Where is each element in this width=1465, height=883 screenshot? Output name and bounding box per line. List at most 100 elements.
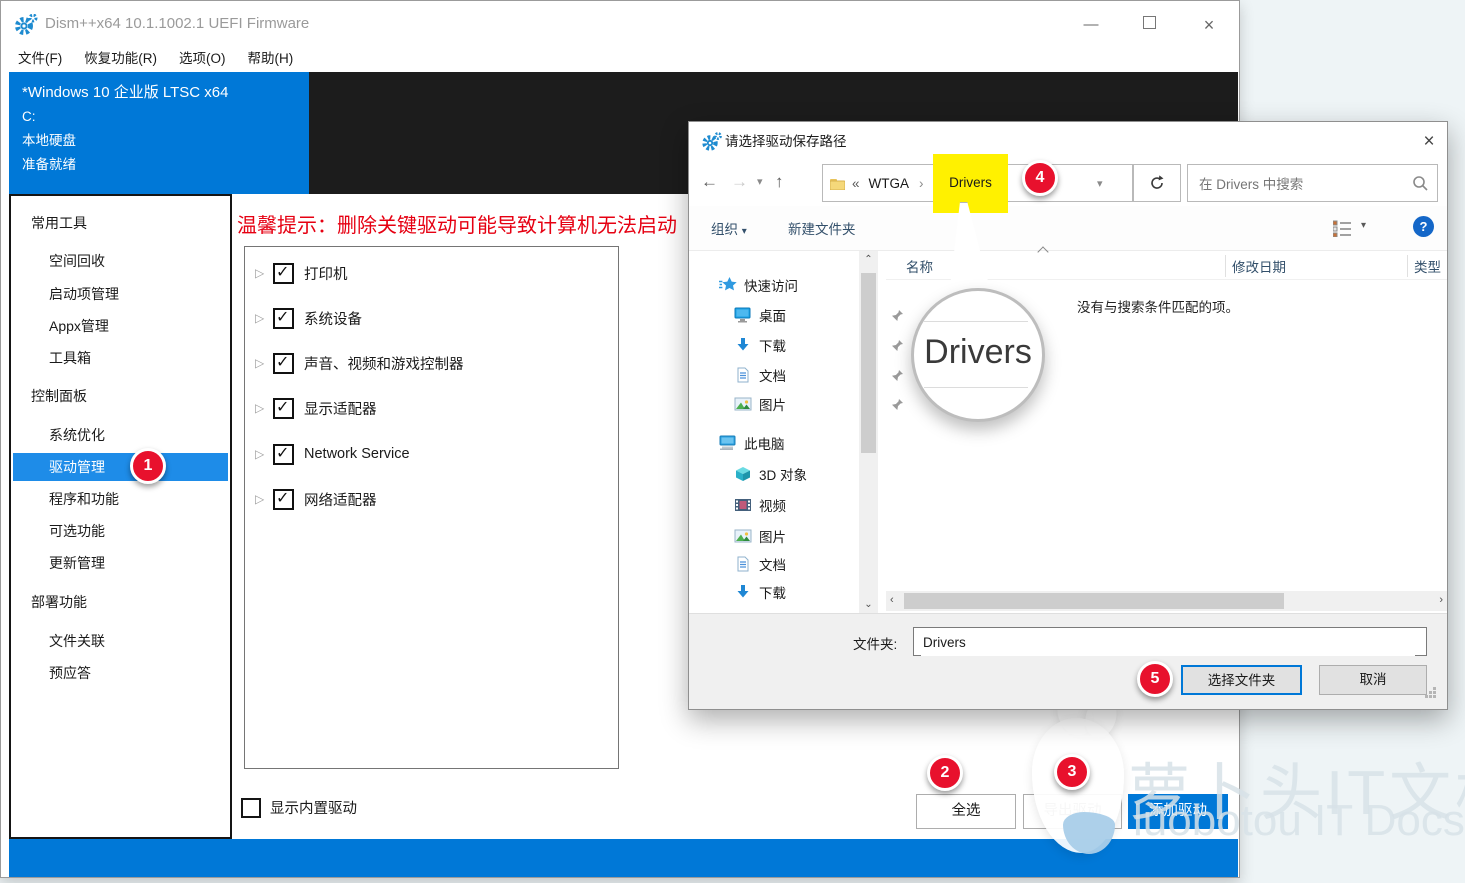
- up-icon[interactable]: ↑: [775, 172, 784, 192]
- driver-row-sound-video-game[interactable]: ▷ ✓ 声音、视频和游戏控制器: [245, 350, 464, 376]
- folder-icon: [830, 177, 845, 190]
- expand-arrow-icon[interactable]: ▷: [255, 266, 269, 280]
- scroll-right-icon[interactable]: ›: [1439, 594, 1443, 606]
- nav-downloads[interactable]: 下载: [734, 334, 786, 356]
- nav-pictures-pc[interactable]: 图片: [734, 525, 786, 547]
- show-builtin-drivers-row[interactable]: 显示内置驱动: [241, 797, 357, 818]
- title-bar[interactable]: Dism++x64 10.1.1002.1 UEFI Firmware — ×: [1, 1, 1239, 46]
- select-all-button[interactable]: 全选: [916, 794, 1016, 829]
- sidebar-item-optional-features[interactable]: 可选功能: [49, 517, 105, 545]
- add-drivers-button[interactable]: 添加驱动: [1128, 794, 1228, 829]
- driver-checkbox[interactable]: ✓: [273, 263, 294, 284]
- horizontal-scrollbar[interactable]: ‹ ›: [886, 591, 1447, 611]
- column-separator[interactable]: [1225, 255, 1226, 277]
- search-field[interactable]: [1187, 164, 1438, 202]
- sidebar-item-programs-features[interactable]: 程序和功能: [49, 485, 119, 513]
- resize-grip[interactable]: [1433, 695, 1436, 698]
- back-icon[interactable]: ←: [701, 172, 718, 192]
- step-badge-4: 4: [1022, 160, 1058, 196]
- dialog-close-icon[interactable]: ×: [1417, 131, 1441, 155]
- sidebar-item-file-association[interactable]: 文件关联: [49, 627, 105, 655]
- sidebar-item-unattend[interactable]: 预应答: [49, 659, 91, 687]
- breadcrumb-separator: ›: [919, 176, 924, 191]
- driver-label: 网络适配器: [304, 489, 377, 510]
- nav-3d-objects[interactable]: 3D 对象: [734, 463, 807, 485]
- nav-label: 此电脑: [744, 433, 785, 453]
- driver-checkbox[interactable]: ✓: [273, 353, 294, 374]
- expand-arrow-icon[interactable]: ▷: [255, 311, 269, 325]
- scrollbar-thumb[interactable]: [904, 593, 1284, 609]
- scroll-up-icon[interactable]: ⌃: [859, 254, 878, 265]
- sidebar-header-control-panel: 控制面板: [31, 382, 87, 410]
- nav-downloads-pc[interactable]: 下载: [734, 581, 786, 603]
- nav-this-pc[interactable]: 此电脑: [719, 432, 785, 454]
- nav-label: 3D 对象: [759, 464, 807, 484]
- vertical-scrollbar[interactable]: ⌃ ⌄: [859, 251, 878, 613]
- column-type[interactable]: 类型: [1414, 256, 1441, 276]
- new-folder-button[interactable]: 新建文件夹: [788, 218, 856, 238]
- driver-row-display-adapters[interactable]: ▷ ✓ 显示适配器: [245, 395, 377, 421]
- image-status: 准备就绪: [22, 153, 309, 177]
- menu-help[interactable]: 帮助(H): [237, 46, 305, 72]
- address-dropdown-chevron-icon[interactable]: ▾: [1097, 177, 1103, 190]
- nav-desktop[interactable]: 桌面: [734, 304, 786, 326]
- scrollbar-thumb[interactable]: [861, 273, 876, 453]
- folder-name-input[interactable]: [921, 629, 1415, 656]
- expand-arrow-icon[interactable]: ▷: [255, 401, 269, 415]
- close-button[interactable]: ×: [1189, 15, 1229, 35]
- sidebar-item-system-optimize[interactable]: 系统优化: [49, 421, 105, 449]
- organize-button[interactable]: 组织 ▾: [711, 218, 747, 238]
- search-input[interactable]: [1197, 166, 1401, 202]
- menu-options[interactable]: 选项(O): [168, 46, 237, 72]
- expand-arrow-icon[interactable]: ▷: [255, 447, 269, 461]
- folder-name-field[interactable]: [913, 627, 1427, 656]
- sidebar-item-space-recovery[interactable]: 空间回收: [49, 247, 105, 275]
- nav-videos[interactable]: 视频: [734, 494, 786, 516]
- show-builtin-checkbox[interactable]: [241, 798, 261, 818]
- scroll-down-icon[interactable]: ⌄: [859, 599, 878, 610]
- recent-locations-chevron-icon[interactable]: ▾: [757, 175, 763, 188]
- column-separator[interactable]: [1407, 255, 1408, 277]
- image-drive: C:: [22, 105, 309, 129]
- expand-arrow-icon[interactable]: ▷: [255, 492, 269, 506]
- nav-quick-access[interactable]: 快速访问: [719, 274, 798, 296]
- column-name[interactable]: 名称: [906, 256, 933, 276]
- menu-file[interactable]: 文件(F): [7, 46, 73, 72]
- view-mode-icon[interactable]: [1333, 220, 1352, 237]
- nav-documents-pc[interactable]: 文档: [734, 553, 786, 575]
- driver-checkbox[interactable]: ✓: [273, 398, 294, 419]
- breadcrumb-drivers[interactable]: Drivers: [949, 175, 992, 190]
- nav-documents[interactable]: 文档: [734, 364, 786, 386]
- column-date-modified[interactable]: 修改日期: [1232, 256, 1286, 276]
- sidebar-item-update-manager[interactable]: 更新管理: [49, 549, 105, 577]
- cancel-button[interactable]: 取消: [1319, 665, 1427, 695]
- nav-pictures[interactable]: 图片: [734, 393, 786, 415]
- breadcrumb-wtga[interactable]: WTGA: [869, 176, 910, 191]
- view-mode-caret-icon[interactable]: ▾: [1361, 220, 1366, 231]
- breadcrumb-drivers-highlight[interactable]: Drivers: [933, 154, 1008, 213]
- help-icon[interactable]: ?: [1413, 216, 1434, 237]
- forward-icon[interactable]: →: [731, 172, 748, 192]
- sidebar-item-driver-manager[interactable]: 驱动管理: [13, 453, 228, 481]
- maximize-button[interactable]: [1129, 15, 1169, 35]
- minimize-button[interactable]: —: [1071, 15, 1111, 35]
- driver-row-system-devices[interactable]: ▷ ✓ 系统设备: [245, 305, 362, 331]
- driver-row-printers[interactable]: ▷ ✓ 打印机: [245, 260, 348, 286]
- windows-image-tile[interactable]: *Windows 10 企业版 LTSC x64 C: 本地硬盘 准备就绪: [9, 72, 309, 194]
- sidebar-item-appx-manager[interactable]: Appx管理: [49, 312, 109, 340]
- scroll-left-icon[interactable]: ‹: [890, 594, 894, 606]
- sidebar-header-deployment: 部署功能: [31, 588, 87, 616]
- sidebar-item-toolbox[interactable]: 工具箱: [49, 344, 91, 372]
- driver-row-network-adapters[interactable]: ▷ ✓ 网络适配器: [245, 486, 377, 512]
- export-drivers-button[interactable]: 导出驱动: [1023, 794, 1122, 829]
- menu-recovery[interactable]: 恢复功能(R): [73, 46, 168, 72]
- expand-arrow-icon[interactable]: ▷: [255, 356, 269, 370]
- driver-row-network-service[interactable]: ▷ ✓ Network Service: [245, 441, 410, 467]
- driver-checkbox[interactable]: ✓: [273, 308, 294, 329]
- sidebar-item-startup-manager[interactable]: 启动项管理: [49, 280, 119, 308]
- cube-icon: [734, 466, 752, 482]
- driver-checkbox[interactable]: ✓: [273, 489, 294, 510]
- driver-checkbox[interactable]: ✓: [273, 444, 294, 465]
- choose-folder-button[interactable]: 选择文件夹: [1181, 665, 1302, 695]
- refresh-button[interactable]: [1133, 164, 1181, 202]
